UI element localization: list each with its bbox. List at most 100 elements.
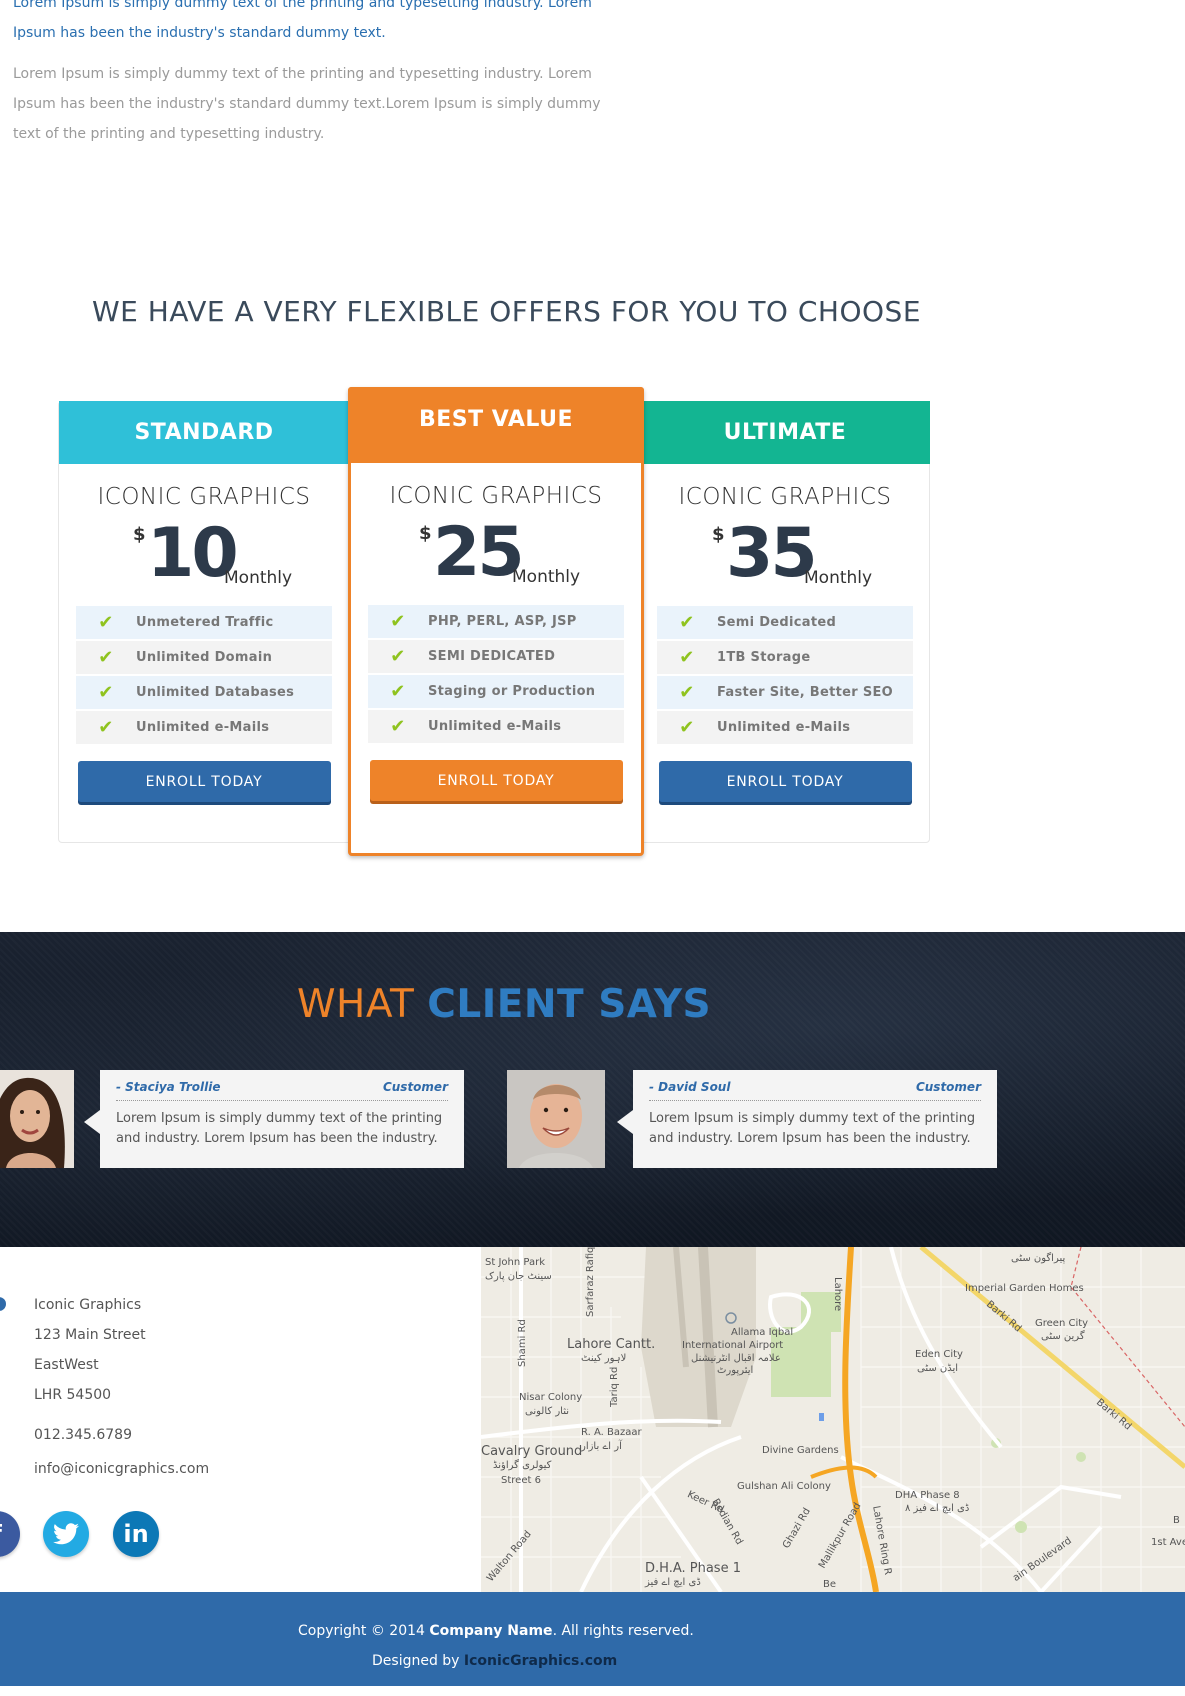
phone-number[interactable]: 012.345.6789	[34, 1427, 132, 1443]
map-label: Sarfaraz Rafiqui	[585, 1247, 596, 1317]
feature-label: Unlimited Domain	[136, 650, 273, 665]
map-label: B	[1173, 1515, 1180, 1526]
enroll-today-button-standard[interactable]: ENROLL TODAY	[77, 761, 331, 802]
feature-item: ✔ Unlimited Domain	[76, 641, 332, 674]
price-currency: $	[133, 524, 146, 545]
avatar	[507, 1070, 605, 1168]
map-label: Gulshan Ali Colony	[737, 1481, 831, 1492]
map-label: گرین سٹی	[1041, 1331, 1085, 1342]
map-label: R. A. Bazaar	[581, 1427, 642, 1438]
map-label: Shami Rd	[517, 1319, 528, 1367]
checkmark-icon: ✔	[98, 717, 114, 738]
plan-standard: STANDARD ICONIC GRAPHICS $ 10 Monthly ✔ U…	[59, 401, 349, 802]
map-label: پیراگون سٹی	[1011, 1253, 1066, 1264]
price-block: $ 10 Monthly	[59, 516, 349, 596]
intro-section: Lorem Ipsum is simply dummy text of the …	[13, 0, 628, 149]
map-label: Lahore	[832, 1277, 843, 1312]
map-label: International Airport	[682, 1340, 784, 1351]
plan-tier-label: STANDARD	[59, 401, 349, 464]
feature-label: Faster Site, Better SEO	[717, 685, 894, 700]
price-period: Monthly	[804, 568, 873, 588]
plan-name: ICONIC GRAPHICS	[97, 484, 311, 510]
feature-label: Unlimited e-Mails	[136, 720, 270, 735]
feature-label: Unmetered Traffic	[136, 615, 274, 630]
map-label: Eden City	[915, 1349, 963, 1360]
map-label: Nisar Colony	[519, 1392, 583, 1403]
price-block: $ 25 Monthly	[351, 515, 641, 595]
map-label: Imperial Garden Homes	[965, 1283, 1084, 1294]
price-block: $ 35 Monthly	[640, 516, 930, 596]
checkmark-icon: ✔	[98, 682, 114, 703]
enroll-today-button-ultimate[interactable]: ENROLL TODAY	[658, 761, 912, 802]
contact-section: Iconic Graphics 123 Main Street EastWest…	[0, 1247, 481, 1592]
map-label: لاہور کینٹ	[581, 1353, 627, 1364]
checkmark-icon: ✔	[98, 647, 114, 668]
plan-best-value: BEST VALUE ICONIC GRAPHICS $ 25 Monthly …	[348, 387, 644, 856]
footer: Copyright © 2014 Company Name. All right…	[0, 1592, 1185, 1686]
checkmark-icon: ✔	[390, 611, 406, 632]
designed-by-line: Designed by IconicGraphics.com	[372, 1653, 617, 1669]
address-street: 123 Main Street	[34, 1327, 146, 1343]
plan-name: ICONIC GRAPHICS	[678, 484, 892, 510]
map-label: ایئرپورٹ	[717, 1365, 754, 1376]
checkmark-icon: ✔	[390, 716, 406, 737]
checkmark-icon: ✔	[679, 682, 695, 703]
copyright-prefix: Copyright © 2014	[298, 1623, 430, 1639]
checkmark-icon: ✔	[390, 681, 406, 702]
map-label: St John Park	[485, 1257, 545, 1268]
twitter-icon[interactable]	[43, 1511, 89, 1557]
map-label: DHA Phase 8	[895, 1490, 960, 1501]
map-label: نثار کالونی	[525, 1406, 569, 1417]
testimonial-card: - David Soul Customer Lorem Ipsum is sim…	[617, 1070, 997, 1168]
feature-list: ✔ Unmetered Traffic ✔ Unlimited Domain ✔ Un…	[76, 606, 332, 744]
testimonials-title: WHAT CLIENT SAYS	[297, 982, 711, 1027]
map-label: 1st Ave	[1151, 1537, 1185, 1548]
feature-item: ✔ PHP, PERL, ASP, JSP	[368, 605, 624, 638]
feature-item: ✔ Semi Dedicated	[657, 606, 913, 639]
checkmark-icon: ✔	[679, 612, 695, 633]
linkedin-icon[interactable]: in	[113, 1511, 159, 1557]
feature-label: SEMI DEDICATED	[428, 649, 556, 664]
price-period: Monthly	[224, 568, 293, 588]
client-name: - David Soul	[649, 1080, 731, 1094]
testimonial-text: Lorem Ipsum is simply dummy text of the …	[116, 1111, 443, 1146]
checkmark-icon: ✔	[679, 647, 695, 668]
map-label: Be	[823, 1579, 837, 1590]
feature-item: ✔ Unlimited Databases	[76, 676, 332, 709]
intro-highlight-text: Lorem Ipsum is simply dummy text of the …	[13, 0, 592, 41]
map-label: ایڈن سٹی	[917, 1363, 959, 1374]
feature-label: Unlimited e-Mails	[717, 720, 851, 735]
client-role: Customer	[915, 1080, 981, 1094]
map-label: Allama Iqbal	[731, 1327, 794, 1338]
map-label: Lahore Cantt.	[567, 1337, 656, 1352]
testimonials-section: WHAT CLIENT SAYS - Staciya Trollie Custo…	[0, 932, 1185, 1247]
location-icon	[0, 1297, 6, 1311]
location-map[interactable]: St John Park سینٹ جان پارک Sarfaraz Rafi…	[481, 1247, 1185, 1592]
price-currency: $	[712, 524, 725, 545]
feature-label: PHP, PERL, ASP, JSP	[428, 614, 577, 629]
client-name: - Staciya Trollie	[116, 1080, 221, 1094]
designer-link[interactable]: IconicGraphics.com	[464, 1653, 617, 1669]
map-label: علامہ اقبال انٹرنیشنل	[691, 1353, 781, 1364]
feature-item: ✔ Faster Site, Better SEO	[657, 676, 913, 709]
avatar	[0, 1070, 74, 1168]
plan-ultimate: ULTIMATE ICONIC GRAPHICS $ 35 Monthly ✔ S…	[640, 401, 930, 802]
map-label: D.H.A. Phase 1	[645, 1561, 741, 1576]
enroll-today-button-best-value[interactable]: ENROLL TODAY	[369, 760, 623, 801]
feature-item: ✔ Unlimited e-Mails	[76, 711, 332, 744]
price-period: Monthly	[512, 567, 581, 587]
price-currency: $	[419, 523, 432, 544]
checkmark-icon: ✔	[679, 717, 695, 738]
map-label: سینٹ جان پارک	[485, 1271, 552, 1282]
company-name: Iconic Graphics	[34, 1297, 142, 1313]
client-role: Customer	[382, 1080, 448, 1094]
email-link[interactable]: info@iconicgraphics.com	[34, 1461, 209, 1477]
map-label: کیولری گراؤنڈ	[493, 1460, 552, 1471]
company-name-link[interactable]: Company Name	[429, 1623, 552, 1639]
facebook-icon[interactable]: f	[0, 1511, 20, 1557]
feature-item: ✔ SEMI DEDICATED	[368, 640, 624, 673]
feature-list: ✔ PHP, PERL, ASP, JSP ✔ SEMI DEDICATED ✔ St…	[368, 605, 624, 743]
copyright-line: Copyright © 2014 Company Name. All right…	[298, 1623, 694, 1639]
checkmark-icon: ✔	[390, 646, 406, 667]
offers-heading: WE HAVE A VERY FLEXIBLE OFFERS FOR YOU T…	[92, 295, 922, 328]
